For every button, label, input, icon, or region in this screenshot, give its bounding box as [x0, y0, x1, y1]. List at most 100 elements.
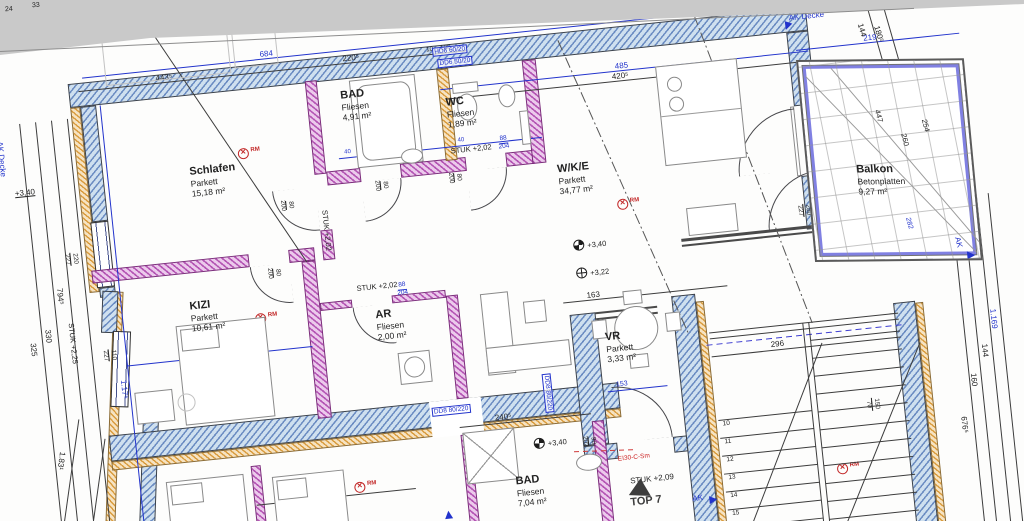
wall-schlafen-bad	[305, 80, 327, 175]
window-dim: 88204	[497, 135, 509, 151]
stair-step-number: 15	[732, 510, 740, 518]
chair	[665, 311, 682, 331]
dim-1831: 1.83¹	[55, 451, 66, 470]
dim-330: 330	[43, 329, 53, 343]
stair-step-number: 12	[726, 457, 734, 465]
wall-lower-flat	[251, 465, 276, 521]
dim-325: 325	[28, 343, 38, 357]
room-area: 9,27 m²	[858, 186, 907, 197]
dim-6765: 676⁵	[959, 416, 969, 433]
stair-tread	[826, 474, 916, 485]
stair-tread	[820, 420, 910, 431]
wall-bad-south	[326, 168, 361, 185]
room-area: 1,89 m²	[447, 116, 477, 129]
stair-tread	[728, 500, 822, 511]
room-area: 2,00 m²	[377, 329, 407, 342]
pillow	[170, 482, 204, 505]
balkon-area: Balkon Betonplatten 9,27 m² 447260254282…	[796, 58, 983, 262]
room-floor: Betonplatten	[857, 176, 906, 187]
wall-kizi-east	[301, 260, 331, 419]
dim-2405: 240⁵	[495, 413, 512, 423]
stair-tread	[829, 510, 919, 521]
stair-step-number: 14	[730, 492, 738, 500]
dim-40b: 40	[457, 137, 464, 144]
pillow	[276, 477, 308, 500]
room-label-wc: WCFliesen1,89 m²	[445, 94, 477, 130]
room-label-vr: VRParkett3,33 m²	[604, 328, 636, 364]
stair-tread	[726, 482, 820, 493]
smoke-detector: RM	[237, 146, 260, 159]
ak-arrow	[444, 510, 453, 519]
desk	[134, 389, 175, 425]
stair-step-number: 13	[728, 475, 736, 483]
side-table	[523, 299, 547, 323]
ak-decke-label: AK Decke	[0, 141, 7, 177]
dim-160: 160	[968, 373, 978, 387]
wc-sink	[497, 83, 516, 108]
door-dim-wc: 80200	[446, 172, 462, 184]
stair-tread	[720, 428, 814, 439]
dim-40: 40	[344, 149, 351, 156]
entry-triangle	[629, 478, 652, 496]
dim-1175: 1.17⁵	[119, 380, 129, 400]
dim-144: 144	[856, 23, 868, 38]
floor-plan-drawing: 684485443⁵220⁵10105420⁵219144180⁵794⁵330…	[0, 0, 1024, 521]
stair-tread	[730, 518, 824, 521]
room-label-ar: ARFliesen2,00 m²	[375, 306, 407, 342]
dim-7945: 794⁵	[55, 288, 65, 305]
kitchen-island	[686, 203, 739, 236]
room-label-schlafen: SchlafenParkett15,18 m²	[189, 161, 238, 199]
door-dim-entry: 90202	[581, 435, 597, 447]
ak-arrow	[967, 251, 976, 259]
level-marker: +3,40	[573, 237, 607, 251]
stair-tread	[827, 492, 917, 503]
wc-cistern	[452, 81, 479, 94]
stair-tread	[814, 366, 904, 377]
room-label-w-k-e: W/K/EParkett34,77 m²	[557, 160, 594, 196]
dim-144b: 144	[979, 343, 989, 357]
stair-tread	[718, 410, 812, 421]
dim-1169: 1.169	[988, 308, 998, 329]
dim-153: 153	[616, 380, 628, 389]
level-marker: +3,40	[533, 435, 567, 449]
stair-tread	[812, 348, 902, 359]
room-label-bad: BADFliesen7,04 m²	[515, 473, 547, 509]
ak-arrow	[709, 495, 718, 504]
exterior-wall-left-lower	[101, 291, 118, 334]
window-dim: 88204	[396, 282, 408, 298]
stuk-label: STUK +2,02	[450, 143, 492, 155]
dim-4205: 420⁵	[611, 72, 628, 82]
band-dim-24: 24	[5, 6, 13, 14]
smoke-detector: RM	[617, 197, 640, 210]
shower	[462, 427, 519, 484]
stair-step-number: 10	[723, 421, 731, 429]
stuk-label: STUK +2,02	[356, 281, 398, 293]
dim-296: 296	[770, 340, 784, 350]
stair-tread	[824, 456, 914, 467]
room-area: 7,04 m²	[517, 495, 547, 508]
stair-tread	[722, 446, 816, 457]
entry-wall	[673, 435, 689, 452]
stair-tread	[822, 438, 912, 449]
door-dim-kizi: 80200	[265, 267, 281, 279]
room-label-kizi: KIZIParkett10,61 m²	[189, 297, 226, 333]
window-dim-schlafen: 220227	[63, 252, 79, 266]
room-label-bad: BADFliesen4,91 m²	[340, 87, 372, 123]
door-dim-bad: 80200	[373, 179, 389, 191]
room-area: 34,77 m²	[559, 183, 593, 197]
fire-door-label: EI30-C-Sm	[618, 453, 651, 463]
dim-163: 163	[586, 291, 600, 301]
stair-tread	[816, 384, 906, 395]
level-marker: +3,22	[576, 265, 610, 279]
wall-ar-north	[320, 300, 353, 311]
ak-marker: AK	[692, 494, 703, 503]
room-label-balkon: Balkon Betonplatten 9,27 m²	[856, 163, 907, 197]
chair	[622, 289, 642, 305]
door-arc-wc	[467, 167, 511, 211]
wall-wc-south	[505, 150, 534, 167]
door-dim-schlafen: 80200	[278, 199, 294, 211]
stair-step-number: 11	[724, 439, 731, 446]
level-label: +3,40	[14, 188, 35, 198]
wall-ar-east	[446, 295, 469, 400]
smoke-detector: RM	[354, 480, 377, 493]
